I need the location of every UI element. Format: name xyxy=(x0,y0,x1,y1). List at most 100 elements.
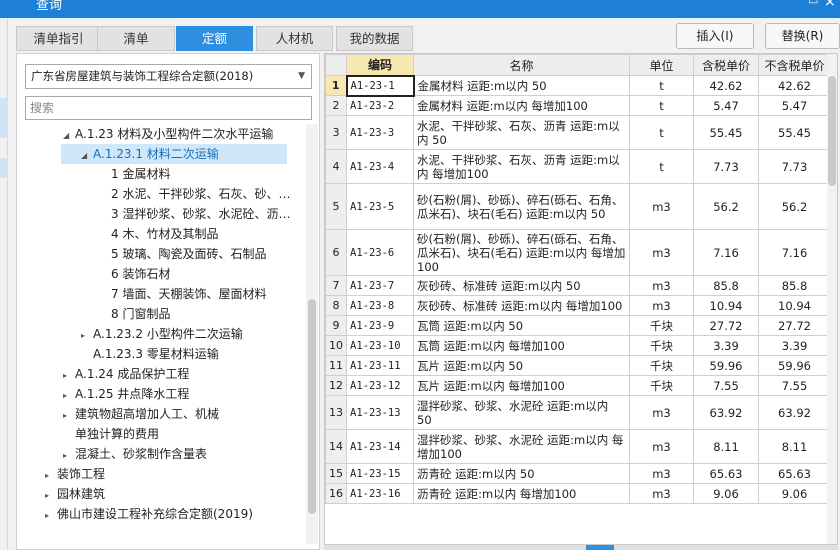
table-row[interactable]: 11 A1-23-11 瓦片 运距:m以内 50 千块 59.96 59.96 xyxy=(325,355,831,376)
tax-price-cell[interactable]: 7.55 xyxy=(693,375,759,396)
no-tax-price-cell[interactable]: 7.73 xyxy=(758,149,831,184)
name-cell[interactable]: 湿拌砂浆、砂浆、水泥砼 运距:m以内 每增加100 xyxy=(413,429,630,464)
name-cell[interactable]: 瓦片 运距:m以内 50 xyxy=(413,355,630,376)
tax-price-cell[interactable]: 42.62 xyxy=(693,75,759,96)
row-number[interactable]: 13 xyxy=(325,395,347,430)
grid-splitter[interactable] xyxy=(324,545,838,550)
row-number[interactable]: 12 xyxy=(325,375,347,396)
name-cell[interactable]: 灰砂砖、标准砖 运距:m以内 50 xyxy=(413,275,630,296)
row-number[interactable]: 14 xyxy=(325,429,347,464)
tree-node[interactable]: A.1.23.3 零星材料运输 xyxy=(81,344,219,364)
no-tax-price-cell[interactable]: 55.45 xyxy=(758,115,831,150)
code-cell[interactable]: A1-23-9 xyxy=(346,315,414,336)
code-cell[interactable]: A1-23-16 xyxy=(346,483,414,504)
table-row[interactable]: 7 A1-23-7 灰砂砖、标准砖 运距:m以内 50 m3 85.8 85.8 xyxy=(325,275,831,296)
row-number[interactable]: 11 xyxy=(325,355,347,376)
table-row[interactable]: 10 A1-23-10 瓦筒 运距:m以内 每增加100 千块 3.39 3.39 xyxy=(325,335,831,356)
tax-price-cell[interactable]: 56.2 xyxy=(693,183,759,230)
unit-cell[interactable]: t xyxy=(629,95,694,116)
table-row[interactable]: 13 A1-23-13 湿拌砂浆、砂浆、水泥砼 运距:m以内 50 m3 63.92 63… xyxy=(325,395,831,430)
table-row[interactable]: 16 A1-23-16 沥青砼 运距:m以内 每增加100 m3 9.06 9.06 xyxy=(325,483,831,504)
tree-node[interactable]: ▸ A.1.25 井点降水工程 xyxy=(63,384,189,404)
no-tax-price-cell[interactable]: 9.06 xyxy=(758,483,831,504)
no-tax-price-cell[interactable]: 5.47 xyxy=(758,95,831,116)
code-cell[interactable]: A1-23-6 xyxy=(346,229,414,276)
table-row[interactable]: 9 A1-23-9 瓦筒 运距:m以内 50 千块 27.72 27.72 xyxy=(325,315,831,336)
row-number[interactable]: 4 xyxy=(325,149,347,184)
close-icon[interactable]: × xyxy=(824,0,836,10)
splitter-handle[interactable] xyxy=(586,545,614,550)
code-cell[interactable]: A1-23-15 xyxy=(346,463,414,484)
unit-cell[interactable]: m3 xyxy=(629,295,694,316)
tax-price-cell[interactable]: 63.92 xyxy=(693,395,759,430)
tax-price-cell[interactable]: 7.73 xyxy=(693,149,759,184)
tree-node[interactable]: 1 金属材料 xyxy=(99,164,170,184)
table-row[interactable]: 8 A1-23-8 灰砂砖、标准砖 运距:m以内 每增加100 m3 10.94 10.9… xyxy=(325,295,831,316)
expand-arrow-icon[interactable]: ▸ xyxy=(63,386,75,406)
row-number[interactable]: 7 xyxy=(325,275,347,296)
tax-price-cell[interactable]: 9.06 xyxy=(693,483,759,504)
tax-price-cell[interactable]: 85.8 xyxy=(693,275,759,296)
unit-cell[interactable]: 千块 xyxy=(629,375,694,396)
tree-node[interactable]: 7 墙面、天棚装饰、屋面材料 xyxy=(99,284,266,304)
code-cell[interactable]: A1-23-7 xyxy=(346,275,414,296)
no-tax-price-cell[interactable]: 59.96 xyxy=(758,355,831,376)
name-cell[interactable]: 湿拌砂浆、砂浆、水泥砼 运距:m以内 50 xyxy=(413,395,630,430)
tax-price-cell[interactable]: 3.39 xyxy=(693,335,759,356)
unit-cell[interactable]: m3 xyxy=(629,483,694,504)
name-cell[interactable]: 砂(石粉(屑)、砂砾)、碎石(砾石、石角、瓜米石)、块石(毛石) 运距:m以内 … xyxy=(413,183,630,230)
code-cell[interactable]: A1-23-2 xyxy=(346,95,414,116)
table-row[interactable]: 14 A1-23-14 湿拌砂浆、砂浆、水泥砼 运距:m以内 每增加100 m3 8.1… xyxy=(325,429,831,464)
tree-node[interactable]: ▸ 混凝土、砂浆制作含量表 xyxy=(63,444,207,464)
tab-my-data[interactable]: 我的数据 xyxy=(336,26,413,51)
table-row[interactable]: 4 A1-23-4 水泥、干拌砂浆、石灰、沥青 运距:m以内 每增加100 t 7.73… xyxy=(325,149,831,184)
expand-arrow-icon[interactable]: ▸ xyxy=(63,446,75,466)
tab-labor-material-machine[interactable]: 人材机 xyxy=(256,26,333,51)
expand-arrow-icon[interactable]: ▸ xyxy=(45,506,57,526)
unit-cell[interactable]: 千块 xyxy=(629,335,694,356)
name-cell[interactable]: 砂(石粉(屑)、砂砾)、碎石(砾石、石角、瓜米石)、块石(毛石) 运距:m以内 … xyxy=(413,229,630,276)
tree-node[interactable]: 6 装饰石材 xyxy=(99,264,170,284)
unit-cell[interactable]: m3 xyxy=(629,229,694,276)
quota-library-select[interactable]: 广东省房屋建筑与装饰工程综合定额(2018) ▼ xyxy=(25,64,312,89)
tax-price-cell[interactable]: 8.11 xyxy=(693,429,759,464)
table-row[interactable]: 2 A1-23-2 金属材料 运距:m以内 每增加100 t 5.47 5.47 xyxy=(325,95,831,116)
tax-price-cell[interactable]: 55.45 xyxy=(693,115,759,150)
tax-price-header[interactable]: 含税单价 xyxy=(693,54,759,76)
row-number[interactable]: 3 xyxy=(325,115,347,150)
code-cell[interactable]: A1-23-5 xyxy=(346,183,414,230)
tab-quota[interactable]: 定额 xyxy=(176,26,253,51)
name-header[interactable]: 名称 xyxy=(413,54,630,76)
tree-node[interactable]: 单独计算的费用 xyxy=(63,424,159,444)
unit-cell[interactable]: m3 xyxy=(629,275,694,296)
row-number[interactable]: 1 xyxy=(325,75,347,96)
name-cell[interactable]: 沥青砼 运距:m以内 50 xyxy=(413,463,630,484)
unit-cell[interactable]: m3 xyxy=(629,395,694,430)
no-tax-price-cell[interactable]: 56.2 xyxy=(758,183,831,230)
unit-cell[interactable]: m3 xyxy=(629,463,694,484)
expand-arrow-icon[interactable]: ▸ xyxy=(45,486,57,506)
code-cell[interactable]: A1-23-10 xyxy=(346,335,414,356)
expand-arrow-icon[interactable]: ▸ xyxy=(81,326,93,346)
no-tax-price-cell[interactable]: 3.39 xyxy=(758,335,831,356)
unit-cell[interactable]: 千块 xyxy=(629,355,694,376)
row-number[interactable]: 15 xyxy=(325,463,347,484)
code-header[interactable]: 编码 xyxy=(346,54,414,76)
unit-cell[interactable]: t xyxy=(629,115,694,150)
no-tax-price-cell[interactable]: 85.8 xyxy=(758,275,831,296)
tree-node[interactable]: 8 门窗制品 xyxy=(99,304,170,324)
code-cell[interactable]: A1-23-11 xyxy=(346,355,414,376)
code-cell[interactable]: A1-23-13 xyxy=(346,395,414,430)
name-cell[interactable]: 瓦筒 运距:m以内 每增加100 xyxy=(413,335,630,356)
unit-cell[interactable]: m3 xyxy=(629,183,694,230)
unit-cell[interactable]: t xyxy=(629,75,694,96)
tree-node[interactable]: ▸ A.1.23.2 小型构件二次运输 xyxy=(81,324,243,344)
tax-price-cell[interactable]: 7.16 xyxy=(693,229,759,276)
no-tax-price-cell[interactable]: 63.92 xyxy=(758,395,831,430)
tree-node[interactable]: ▸ 建筑物超高增加人工、机械 xyxy=(63,404,219,424)
tree-node[interactable]: ▸ A.1.24 成品保护工程 xyxy=(63,364,189,384)
name-cell[interactable]: 瓦片 运距:m以内 每增加100 xyxy=(413,375,630,396)
row-number[interactable]: 6 xyxy=(325,229,347,276)
tree-scrollbar[interactable] xyxy=(306,124,318,544)
no-tax-price-cell[interactable]: 7.16 xyxy=(758,229,831,276)
